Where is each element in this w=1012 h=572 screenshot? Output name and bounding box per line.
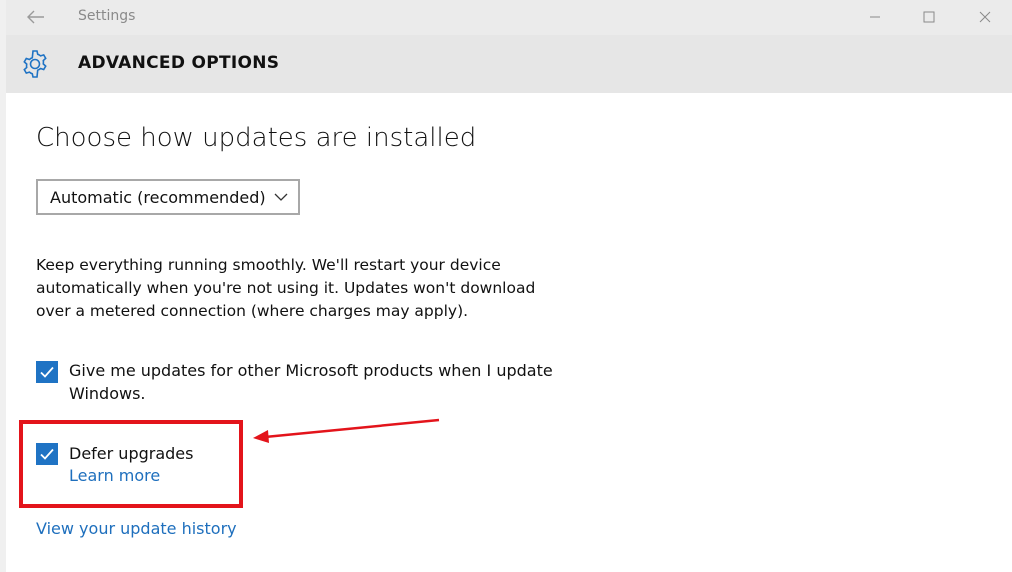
gear-icon: [23, 50, 47, 78]
other-products-checkbox[interactable]: [36, 361, 58, 383]
checkmark-icon: [40, 366, 54, 378]
minimize-icon: [870, 16, 880, 18]
page-title: ADVANCED OPTIONS: [78, 53, 280, 73]
settings-window: Settings ADVANCED OPTIONS Choose how upd…: [0, 0, 1012, 572]
main-content: Choose how updates are installed Automat…: [6, 93, 1012, 572]
back-arrow-icon: [27, 10, 44, 24]
section-heading: Choose how updates are installed: [36, 123, 477, 153]
defer-upgrades-checkbox[interactable]: [36, 443, 58, 465]
chevron-down-icon: [274, 193, 288, 201]
minimize-button[interactable]: [852, 2, 898, 32]
update-history-link[interactable]: View your update history: [36, 519, 237, 538]
install-description: Keep everything running smoothly. We'll …: [36, 256, 536, 320]
back-button[interactable]: [20, 4, 52, 30]
defer-upgrades-label[interactable]: Defer upgrades: [69, 442, 193, 465]
close-button[interactable]: [962, 2, 1008, 32]
maximize-icon: [923, 11, 935, 23]
checkmark-icon: [40, 448, 54, 460]
close-icon: [979, 11, 991, 23]
install-mode-dropdown[interactable]: Automatic (recommended): [36, 179, 300, 215]
other-products-label[interactable]: Give me updates for other Microsoft prod…: [69, 359, 569, 405]
page-header: ADVANCED OPTIONS: [6, 35, 1012, 93]
maximize-button[interactable]: [906, 2, 952, 32]
dropdown-selected-value: Automatic (recommended): [50, 188, 266, 207]
learn-more-link[interactable]: Learn more: [69, 466, 160, 485]
window-title: Settings: [78, 8, 136, 24]
title-bar: Settings: [6, 0, 1012, 35]
